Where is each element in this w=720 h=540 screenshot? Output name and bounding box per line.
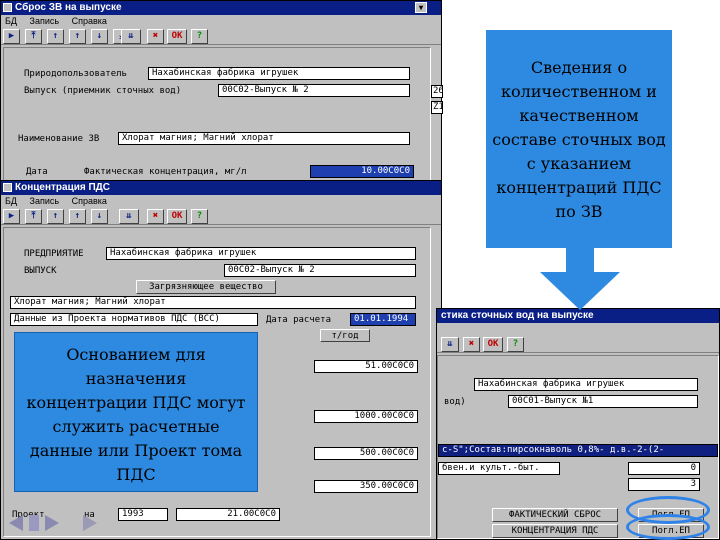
pds-concentration-button[interactable]: КОНЦЕНТРАЦИЯ ПДС	[492, 524, 618, 538]
menu-spravka[interactable]: Справка	[72, 196, 107, 206]
ok-button[interactable]: OK	[167, 29, 187, 44]
nav-down-icon[interactable]: ↓	[91, 209, 108, 224]
nature-user-field[interactable]: Нахабинская фабрика игрушек	[148, 67, 410, 80]
outlet-field[interactable]: 00С02-Выпуск № 2	[224, 264, 416, 277]
nav-first-icon[interactable]: ▶	[3, 29, 20, 44]
highlight-ring-bottom	[626, 514, 710, 540]
fact-discharge-button[interactable]: ФАКТИЧЕСКИЙ СБРОС	[492, 508, 618, 522]
outlet-label: ВЫПУСК	[24, 266, 57, 276]
help-button[interactable]: ?	[191, 209, 208, 224]
value-field-3[interactable]: 500.00С0С0	[314, 447, 418, 460]
help-button[interactable]: ?	[507, 337, 524, 352]
nav-down-icon[interactable]: ↓	[91, 29, 108, 44]
callout-top-text: Сведения о количественном и качественном…	[492, 58, 666, 221]
calc-date-field[interactable]: 01.01.1994	[350, 313, 416, 326]
window-wastewater-titlebar[interactable]: стика сточных вод на выпуске	[437, 309, 719, 323]
calc-date-label: Дата расчета	[266, 315, 332, 325]
zv-field[interactable]: Хлорат магния; Магний хлорат	[118, 132, 410, 145]
menu-spravka[interactable]: Справка	[72, 16, 107, 26]
composition-field[interactable]: с-S";Состав:пирсокнаволь 0,8%- д.в.-2-(2…	[438, 444, 718, 457]
window-pds-titlebar[interactable]: Концентрация ПДС	[1, 181, 441, 195]
window-title: стика сточных вод на выпуске	[441, 310, 594, 321]
nature-user-label: Природопользователь	[24, 69, 127, 79]
menu-zapis[interactable]: Запись	[30, 196, 60, 206]
system-menu-icon[interactable]	[3, 183, 12, 192]
nav-top-icon[interactable]: ⤒	[25, 209, 42, 224]
fact-value-field[interactable]: 10.00С0С0	[310, 165, 414, 178]
nav-arrows	[5, 511, 105, 535]
window-title: Сброс ЗВ на выпуске	[15, 2, 122, 13]
window-sbros-zv: Сброс ЗВ на выпуске ▾ БД Запись Справка …	[0, 0, 443, 185]
window-title: Концентрация ПДС	[15, 182, 111, 193]
enterprise-field[interactable]: Нахабинская фабрика игрушек	[474, 378, 698, 391]
ok-button[interactable]: OK	[167, 209, 187, 224]
date-label: Дата	[26, 167, 48, 177]
outlet-field[interactable]: 00С01-Выпуск №1	[508, 395, 698, 408]
menubar: БД Запись Справка	[1, 15, 441, 28]
ok-button[interactable]: OK	[483, 337, 503, 352]
pds-data-label: Данные из Проекта нормативов ПДС (ВСС)	[10, 313, 258, 326]
fact-label: Фактическая концентрация, мг/л	[84, 167, 247, 177]
value-field-4[interactable]: 350.00С0С0	[314, 480, 418, 493]
callout-left: Основанием для назначения концентрации П…	[14, 332, 258, 492]
main-panel: Природопользователь Нахабинская фабрика …	[3, 47, 431, 183]
delete-icon[interactable]: ✖	[147, 29, 164, 44]
nav-up2-icon[interactable]: ↑	[69, 209, 86, 224]
purpose-field[interactable]: бвен.и культ.-быт.	[438, 462, 560, 475]
value-field-2[interactable]: 1000.00С0С0	[314, 410, 418, 423]
toolbar: ⇊ ✖ OK ?	[437, 336, 719, 353]
toolbar: ▶ ⤒ ↑ ↑ ↓ ⇊ ✖ OK ?	[1, 208, 441, 225]
window-sbros-zv-titlebar[interactable]: Сброс ЗВ на выпуске ▾	[1, 1, 441, 15]
nav-up-icon[interactable]: ↑	[47, 29, 64, 44]
outlet-label: вод)	[444, 397, 466, 407]
menu-bd[interactable]: БД	[5, 196, 17, 206]
side-fragment-2: Z1	[431, 101, 443, 114]
right-value-1[interactable]: 0	[628, 462, 700, 475]
nav-top-icon[interactable]: ⤒	[25, 29, 42, 44]
project-value-field[interactable]: 21.00С0С0	[176, 508, 280, 521]
nav-up-icon[interactable]: ↑	[47, 209, 64, 224]
delete-icon[interactable]: ✖	[147, 209, 164, 224]
side-fragment-1: 26	[431, 85, 443, 98]
unit-header: т/год	[320, 329, 370, 342]
insert-icon[interactable]: ⇊	[121, 29, 141, 44]
enterprise-label: ПРЕДПРИЯТИЕ	[24, 249, 84, 259]
right-value-2[interactable]: 3	[628, 478, 700, 491]
outlet-field[interactable]: 00С02-Выпуск № 2	[218, 84, 410, 97]
outlet-label: Выпуск (приемник сточных вод)	[24, 86, 182, 96]
delete-icon[interactable]: ✖	[463, 337, 480, 352]
minimize-icon[interactable]: ▾	[415, 2, 427, 13]
menu-zapis[interactable]: Запись	[30, 16, 60, 26]
toolbar: ▶ ⤒ ↑ ↑ ↓ ⤓ ⇊ ✖ OK ?	[1, 28, 441, 45]
callout-arrow-icon	[540, 248, 620, 310]
pollutant-header: Загрязняющее вещество	[136, 280, 276, 294]
insert-icon[interactable]: ⇊	[441, 337, 459, 352]
nav-first-icon[interactable]: ▶	[3, 209, 20, 224]
nav-arrows-icon[interactable]	[5, 511, 105, 535]
project-year-field[interactable]: 1993	[118, 508, 168, 521]
pollutant-field[interactable]: Хлорат магния; Магний хлорат	[10, 296, 416, 309]
insert-icon[interactable]: ⇊	[119, 209, 139, 224]
enterprise-field[interactable]: Нахабинская фабрика игрушек	[106, 247, 416, 260]
help-button[interactable]: ?	[191, 29, 208, 44]
zv-label: Наименование ЗВ	[18, 134, 100, 144]
menu-bd[interactable]: БД	[5, 16, 17, 26]
system-menu-icon[interactable]	[3, 3, 12, 12]
menubar: БД Запись Справка	[1, 195, 441, 208]
callout-top: Сведения о количественном и качественном…	[486, 30, 672, 248]
callout-left-text: Основанием для назначения концентрации П…	[26, 345, 246, 484]
value-field-1[interactable]: 51.00С0С0	[314, 360, 418, 373]
nav-up2-icon[interactable]: ↑	[69, 29, 86, 44]
